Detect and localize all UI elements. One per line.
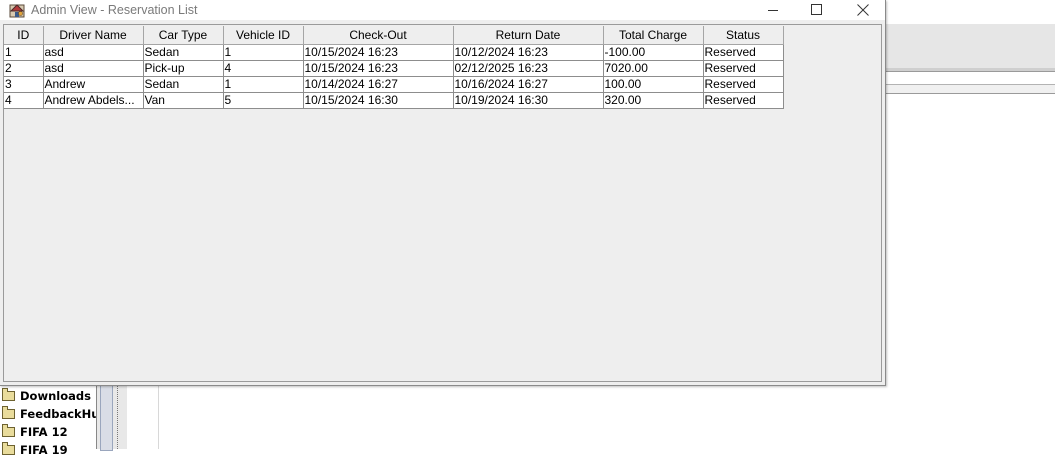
tree-item-fifa-12[interactable]: FIFA 12 <box>2 424 68 440</box>
cell-id[interactable]: 2 <box>4 60 44 77</box>
cell-id[interactable]: 4 <box>4 92 44 109</box>
cell-driver-name[interactable]: Andrew <box>43 76 144 93</box>
cell-status[interactable]: Reserved <box>703 60 784 77</box>
close-button[interactable] <box>840 0 886 20</box>
close-icon <box>857 4 869 16</box>
cell-return-date[interactable]: 10/12/2024 16:23 <box>453 44 604 61</box>
folder-icon <box>2 442 15 455</box>
cell-id[interactable]: 3 <box>4 76 44 93</box>
column-header-status[interactable]: Status <box>703 26 784 45</box>
table-row[interactable]: 3 Andrew Sedan 1 10/14/2024 16:27 10/16/… <box>4 76 784 93</box>
folder-tree: Downloads FeedbackHub FIFA 12 FIFA 19 <box>0 385 108 457</box>
maximize-button[interactable] <box>794 0 840 20</box>
scrollbar-track <box>117 385 124 449</box>
column-header-check-out[interactable]: Check-Out <box>303 26 454 45</box>
background-ruler <box>885 84 1055 94</box>
scrollbar-thumb[interactable] <box>100 385 113 451</box>
cell-total-charge[interactable]: 100.00 <box>603 76 704 93</box>
column-header-total-charge[interactable]: Total Charge <box>603 26 704 45</box>
cell-driver-name[interactable]: asd <box>43 44 144 61</box>
tree-item-label: FIFA 19 <box>20 443 68 457</box>
cell-total-charge[interactable]: -100.00 <box>603 44 704 61</box>
maximize-icon <box>811 4 822 15</box>
minimize-icon <box>768 10 778 11</box>
java-app-icon <box>9 4 25 18</box>
column-header-driver-name[interactable]: Driver Name <box>43 26 144 45</box>
cell-check-out[interactable]: 10/15/2024 16:30 <box>303 92 454 109</box>
title-bar[interactable]: Admin View - Reservation List <box>0 0 885 20</box>
cell-vehicle-id[interactable]: 1 <box>223 76 304 93</box>
cell-vehicle-id[interactable]: 4 <box>223 60 304 77</box>
cell-vehicle-id[interactable]: 5 <box>223 92 304 109</box>
cell-total-charge[interactable]: 7020.00 <box>603 60 704 77</box>
tree-item-feedbackhub[interactable]: FeedbackHub <box>2 406 108 422</box>
table-header-row: ID Driver Name Car Type Vehicle ID Check… <box>4 26 784 45</box>
cell-check-out[interactable]: 10/15/2024 16:23 <box>303 60 454 77</box>
cell-vehicle-id[interactable]: 1 <box>223 44 304 61</box>
cell-driver-name[interactable]: asd <box>43 60 144 77</box>
folder-icon <box>2 424 15 437</box>
cell-driver-name[interactable]: Andrew Abdels... <box>43 92 144 109</box>
background-divider-vertical <box>158 385 159 449</box>
column-header-id[interactable]: ID <box>4 26 44 45</box>
table-row[interactable]: 4 Andrew Abdels... Van 5 10/15/2024 16:3… <box>4 92 784 109</box>
cell-return-date[interactable]: 02/12/2025 16:23 <box>453 60 604 77</box>
cell-check-out[interactable]: 10/15/2024 16:23 <box>303 44 454 61</box>
table-row[interactable]: 2 asd Pick-up 4 10/15/2024 16:23 02/12/2… <box>4 60 784 77</box>
cell-return-date[interactable]: 10/19/2024 16:30 <box>453 92 604 109</box>
cell-car-type[interactable]: Sedan <box>143 76 224 93</box>
cell-car-type[interactable]: Van <box>143 92 224 109</box>
tree-item-label: FIFA 12 <box>20 425 68 439</box>
cell-check-out[interactable]: 10/14/2024 16:27 <box>303 76 454 93</box>
background-divider <box>885 68 1055 72</box>
cell-id[interactable]: 1 <box>4 44 44 61</box>
cell-status[interactable]: Reserved <box>703 92 784 109</box>
tree-item-label: Downloads <box>20 389 91 403</box>
cell-total-charge[interactable]: 320.00 <box>603 92 704 109</box>
cell-car-type[interactable]: Pick-up <box>143 60 224 77</box>
table-row[interactable]: 1 asd Sedan 1 10/15/2024 16:23 10/12/202… <box>4 44 784 61</box>
cell-car-type[interactable]: Sedan <box>143 44 224 61</box>
minimize-button[interactable] <box>750 0 796 20</box>
tree-scrollbar[interactable] <box>96 385 127 451</box>
column-header-return-date[interactable]: Return Date <box>453 26 604 45</box>
cell-status[interactable]: Reserved <box>703 44 784 61</box>
tree-item-downloads[interactable]: Downloads <box>2 388 91 404</box>
column-header-vehicle-id[interactable]: Vehicle ID <box>223 26 304 45</box>
cell-status[interactable]: Reserved <box>703 76 784 93</box>
cell-return-date[interactable]: 10/16/2024 16:27 <box>453 76 604 93</box>
folder-icon <box>2 388 15 401</box>
tree-item-label: FeedbackHub <box>20 407 108 421</box>
reservation-table: ID Driver Name Car Type Vehicle ID Check… <box>4 26 784 109</box>
reservation-list-window: Admin View - Reservation List ID Driver … <box>0 0 886 386</box>
window-title: Admin View - Reservation List <box>31 3 198 17</box>
folder-icon <box>2 406 15 419</box>
tree-item-fifa-19[interactable]: FIFA 19 <box>2 442 68 458</box>
column-header-car-type[interactable]: Car Type <box>143 26 224 45</box>
background-toolbar <box>885 24 1055 69</box>
table-scroll-pane[interactable]: ID Driver Name Car Type Vehicle ID Check… <box>3 24 882 382</box>
